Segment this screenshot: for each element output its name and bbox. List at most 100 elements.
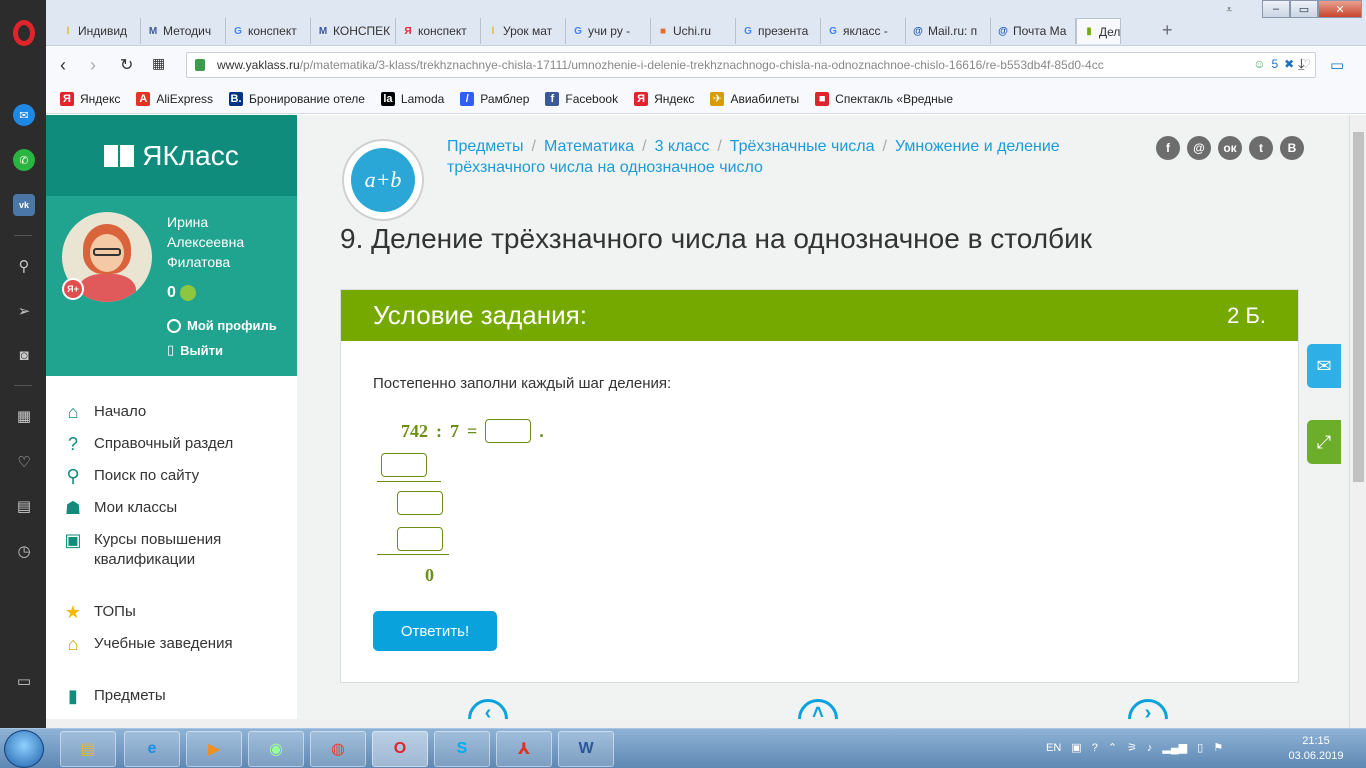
mailru-icon[interactable]: @	[1187, 136, 1211, 160]
bookmark-2[interactable]: B. Бронирование отеле	[229, 91, 365, 106]
search-icon[interactable]: ⚲	[13, 255, 35, 277]
new-tab-button[interactable]: +	[1162, 20, 1173, 41]
bookmark-1[interactable]: A AliExpress	[136, 91, 213, 106]
history-icon[interactable]: ◷	[13, 540, 35, 562]
breadcrumb-link[interactable]: Математика	[544, 138, 634, 155]
tab-11[interactable]: @ Почта Ма	[991, 18, 1076, 44]
whatsapp-icon[interactable]: ✆	[13, 149, 35, 171]
opera-logo-icon[interactable]	[13, 20, 35, 46]
vpn-badge[interactable]: 5	[1271, 57, 1278, 71]
close-window-button[interactable]: ✕	[1318, 0, 1362, 18]
camera-icon[interactable]: ◙	[13, 344, 35, 366]
speed-dial-button[interactable]: ▦	[152, 55, 165, 72]
breadcrumb-link[interactable]: Предметы	[447, 138, 523, 155]
bookmark-5[interactable]: f Facebook	[545, 91, 618, 106]
bookmark-4[interactable]: / Рамблер	[460, 91, 529, 106]
menu-item-1[interactable]: ? Справочный раздел	[46, 428, 297, 460]
download-icon[interactable]: ⤓	[1298, 56, 1305, 73]
breadcrumb-link[interactable]: Трёхзначные числа	[730, 138, 875, 155]
quotient-input[interactable]	[485, 419, 532, 443]
fullscreen-button[interactable]: ⤢	[1307, 420, 1341, 464]
bookmark-0[interactable]: Я Яндекс	[60, 91, 120, 106]
vertical-scrollbar[interactable]	[1349, 115, 1366, 728]
forward-button[interactable]: ›	[90, 55, 96, 76]
tab-menu-icon[interactable]: ⩡	[1226, 4, 1232, 17]
bookmark-8[interactable]: ■ Спектакль «Вредные	[815, 91, 953, 106]
ie-taskbar-icon[interactable]: e	[124, 731, 180, 767]
url-field[interactable]: www.yaklass.ru/p/matematika/3-klass/trek…	[186, 52, 1316, 78]
scrollbar-thumb[interactable]	[1353, 132, 1364, 482]
maximize-button[interactable]: ▭	[1290, 0, 1318, 18]
battery-icon[interactable]: ▭	[1330, 56, 1344, 74]
menu-item-5[interactable]: ★ ТОПы	[46, 596, 297, 628]
breadcrumb-link[interactable]: 3 класс	[655, 138, 710, 155]
sidebar-toggle-icon[interactable]: ▭	[13, 670, 35, 692]
chrome-taskbar-icon[interactable]: ◍	[310, 731, 366, 767]
tab-8[interactable]: Gпрезента	[736, 18, 821, 44]
logout-link[interactable]: ▯ Выйти	[167, 342, 223, 358]
heart-icon[interactable]: ♡	[13, 451, 35, 473]
news-icon[interactable]: ▤	[13, 495, 35, 517]
submit-answer-button[interactable]: Ответить!	[373, 611, 497, 651]
bookmark-6[interactable]: Я Яндекс	[634, 91, 694, 106]
step2-remainder-input[interactable]	[397, 491, 443, 515]
tab-3[interactable]: М КОНСПЕК	[311, 18, 396, 44]
menu-item-2[interactable]: ⚲ Поиск по сайту	[46, 460, 297, 492]
clock[interactable]: 21:15 03.06.2019	[1286, 734, 1346, 764]
help-icon[interactable]: ?	[1092, 742, 1098, 754]
feedback-mail-button[interactable]: ✉	[1307, 344, 1341, 388]
tab-1[interactable]: М Методич	[141, 18, 226, 44]
tray-app-icon[interactable]: ▣	[1071, 741, 1081, 754]
tab-12[interactable]: ▮ Деле	[1076, 18, 1121, 44]
tab-9[interactable]: Gякласс -	[821, 18, 906, 44]
menu-item-6[interactable]: ⌂ Учебные заведения	[46, 628, 297, 660]
signal-icon[interactable]: ▂▄▆	[1162, 741, 1187, 754]
messenger-icon[interactable]: ✉	[13, 104, 35, 126]
tab-6[interactable]: Gучи ру -	[566, 18, 651, 44]
send-icon[interactable]: ➢	[13, 300, 35, 322]
flag-icon[interactable]: ⚑	[1213, 741, 1223, 754]
speed-dial-icon[interactable]: ▦	[13, 405, 35, 427]
media-player-taskbar-icon[interactable]: ▶	[186, 731, 242, 767]
profile-link[interactable]: Мой профиль	[167, 318, 277, 333]
vk-icon[interactable]: vk	[13, 194, 35, 216]
menu-item-4[interactable]: ▣ Курсы повышения квалификации	[46, 524, 297, 576]
tab-7[interactable]: ■ Uchi.ru	[651, 18, 736, 44]
menu-item-3[interactable]: ☗ Мои классы	[46, 492, 297, 524]
back-button[interactable]: ‹	[60, 55, 66, 76]
menu-item-7[interactable]: ▮ Предметы	[46, 680, 297, 712]
skype-taskbar-icon[interactable]: S	[434, 731, 490, 767]
minimize-button[interactable]: –	[1262, 0, 1290, 18]
explorer-taskbar-icon[interactable]: ▤	[60, 731, 116, 767]
bookmark-7[interactable]: ✈ Авиабилеты	[710, 91, 799, 106]
language-indicator[interactable]: EN	[1046, 742, 1061, 754]
facebook-icon[interactable]: f	[1156, 136, 1180, 160]
tab-4[interactable]: Яконспект	[396, 18, 481, 44]
menu-item-0[interactable]: ⌂ Начало	[46, 396, 297, 428]
opera-taskbar-icon[interactable]: O	[372, 731, 428, 767]
volume-icon[interactable]: ♪	[1147, 742, 1153, 754]
step2-subtrahend-input[interactable]	[397, 527, 443, 551]
nox-taskbar-icon[interactable]: ◉	[248, 731, 304, 767]
tray-expand-icon[interactable]: ⌃	[1108, 741, 1117, 754]
odnoklassniki-icon[interactable]: ок	[1218, 136, 1242, 160]
twitter-icon[interactable]: t	[1249, 136, 1273, 160]
start-button[interactable]	[4, 730, 44, 768]
tab-10[interactable]: @ Mail.ru: п	[906, 18, 991, 44]
site-logo[interactable]: ЯКласс	[46, 115, 297, 196]
tab-2[interactable]: Gконспект	[226, 18, 311, 44]
tab-5[interactable]: ǀ Урок мат	[481, 18, 566, 44]
step1-subtrahend-input[interactable]	[381, 453, 427, 477]
power-icon[interactable]: ▯	[1197, 741, 1203, 754]
word-taskbar-icon[interactable]: W	[558, 731, 614, 767]
bookmark-3[interactable]: la Lamoda	[380, 91, 444, 106]
reload-button[interactable]: ↻	[120, 55, 133, 75]
network-icon[interactable]: ⚞	[1127, 741, 1137, 754]
extension-icon[interactable]: ☺	[1253, 57, 1265, 71]
adblock-icon[interactable]: ✖	[1284, 57, 1294, 71]
acrobat-taskbar-icon[interactable]: ⅄	[496, 731, 552, 767]
vk-icon[interactable]: B	[1280, 136, 1304, 160]
horizontal-scrollbar[interactable]	[46, 719, 1349, 728]
tab-0[interactable]: ǀ Индивид	[56, 18, 141, 44]
user-name[interactable]: Ирина Алексеевна Филатова	[167, 212, 277, 272]
